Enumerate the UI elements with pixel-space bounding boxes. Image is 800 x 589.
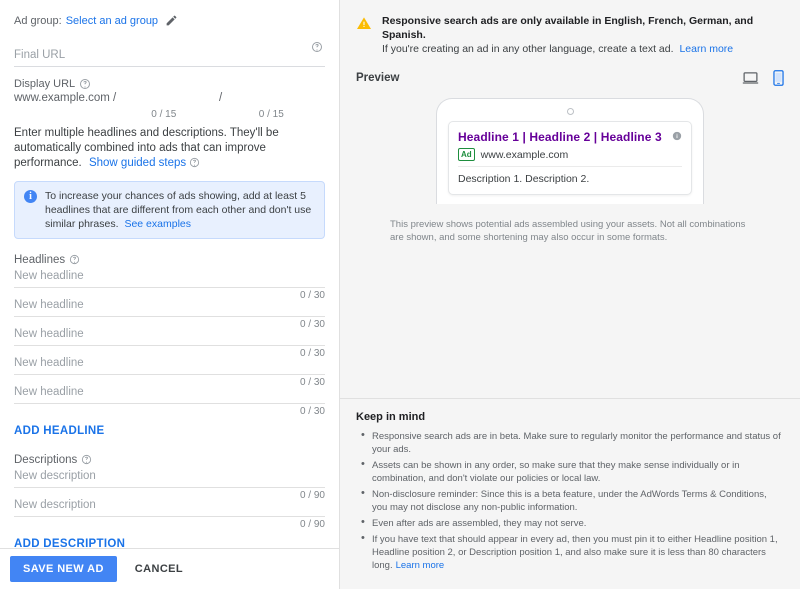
responsive-search-ad-editor: Ad group: Select an ad group Final URL D… (0, 0, 800, 589)
display-url-domain: www.example.com / (14, 92, 116, 107)
headlines-section-label-row: Headlines (14, 254, 325, 266)
form-explanation: Enter multiple headlines and description… (14, 126, 325, 171)
info-icon: i (24, 190, 37, 203)
help-circle-icon[interactable] (79, 78, 91, 90)
ad-badge: Ad (458, 148, 475, 161)
headline-input-5[interactable]: New headline (14, 386, 325, 404)
headline-placeholder-1: New headline (14, 270, 84, 282)
language-warning-banner: Responsive search ads are only available… (340, 0, 800, 56)
description-field-2[interactable]: New description 0 / 90 (14, 499, 325, 528)
descriptions-section-label-row: Descriptions (14, 454, 325, 466)
headline-field-4[interactable]: New headline 0 / 30 (14, 357, 325, 386)
display-url-label-row: Display URL (14, 78, 325, 90)
list-item: Even after ads are assembled, they may n… (372, 517, 784, 530)
headlines-label: Headlines (14, 254, 65, 266)
warning-text: Responsive search ads are only available… (382, 14, 786, 56)
preview-header: Preview (340, 56, 800, 86)
show-guided-steps-link[interactable]: Show guided steps (89, 157, 186, 169)
display-url-row: www.example.com / / (14, 92, 325, 107)
headline-field-2[interactable]: New headline 0 / 30 (14, 299, 325, 328)
headline-placeholder-2: New headline (14, 299, 84, 311)
ad-form-scroll-area: Ad group: Select an ad group Final URL D… (0, 0, 339, 548)
warning-triangle-icon (356, 15, 372, 31)
display-url-counters: 0 / 15 0 / 15 (14, 107, 325, 120)
see-examples-link[interactable]: See examples (124, 218, 191, 230)
final-url-input[interactable]: Final URL (14, 44, 325, 67)
camera-icon (567, 108, 574, 115)
keep-item-text-4: Even after ads are assembled, they may n… (372, 518, 586, 529)
display-url-separator: / (215, 92, 226, 107)
headline-input-3[interactable]: New headline (14, 328, 325, 346)
headline-placeholder-5: New headline (14, 386, 84, 398)
warning-learn-more-link[interactable]: Learn more (679, 43, 733, 55)
display-url-path2-counter: 0 / 15 (218, 107, 326, 120)
save-new-ad-button[interactable]: SAVE NEW AD (10, 556, 117, 582)
list-item: If you have text that should appear in e… (372, 533, 784, 572)
device-toggle-group (742, 70, 784, 86)
ad-group-select-link[interactable]: Select an ad group (66, 15, 158, 27)
final-url-field[interactable]: Final URL (14, 37, 325, 67)
add-description-button[interactable]: ADD DESCRIPTION (14, 538, 125, 548)
description-field-1[interactable]: New description 0 / 90 (14, 470, 325, 499)
headline-input-1[interactable]: New headline (14, 270, 325, 288)
ad-group-row: Ad group: Select an ad group (14, 14, 325, 37)
form-action-bar: SAVE NEW AD CANCEL (0, 548, 339, 589)
keep-in-mind-section: Keep in mind Responsive search ads are i… (340, 399, 800, 589)
keep-item-text-2: Assets can be shown in any order, so mak… (372, 460, 740, 484)
display-url-path1-counter: 0 / 15 (110, 107, 218, 120)
headline-input-4[interactable]: New headline (14, 357, 325, 375)
mobile-icon[interactable] (773, 70, 784, 86)
warning-subtitle: If you're creating an ad in any other la… (382, 43, 674, 55)
display-url-label: Display URL (14, 78, 75, 90)
preview-disclaimer: This preview shows potential ads assembl… (340, 204, 800, 244)
phone-frame: Headline 1 | Headline 2 | Headline 3 Ad … (436, 98, 704, 204)
ad-group-label: Ad group: (14, 15, 62, 27)
headline-field-1[interactable]: New headline 0 / 30 (14, 270, 325, 299)
warning-title: Responsive search ads are only available… (382, 14, 786, 42)
keep-item-text-3: Non-disclosure reminder: Since this is a… (372, 489, 767, 513)
final-url-placeholder: Final URL (14, 49, 65, 61)
pencil-icon[interactable] (165, 14, 178, 27)
ad-form-panel: Ad group: Select an ad group Final URL D… (0, 0, 340, 589)
list-item: Responsive search ads are in beta. Make … (372, 430, 784, 456)
keep-item-text-1: Responsive search ads are in beta. Make … (372, 431, 781, 455)
help-circle-icon[interactable] (81, 454, 93, 466)
cancel-button[interactable]: CANCEL (131, 556, 187, 582)
headlines-info-banner: i To increase your chances of ads showin… (14, 181, 325, 239)
description-placeholder-2: New description (14, 499, 96, 511)
phone-notch (448, 108, 692, 115)
info-banner-body: To increase your chances of ads showing,… (45, 189, 315, 231)
description-input-1[interactable]: New description (14, 470, 325, 488)
headline-input-2[interactable]: New headline (14, 299, 325, 317)
list-item: Non-disclosure reminder: Since this is a… (372, 488, 784, 514)
info-icon[interactable] (672, 131, 682, 141)
desktop-icon[interactable] (742, 71, 759, 86)
headline-placeholder-4: New headline (14, 357, 84, 369)
description-input-2[interactable]: New description (14, 499, 325, 517)
ad-preview-headline[interactable]: Headline 1 | Headline 2 | Headline 3 (458, 130, 682, 145)
help-circle-icon[interactable] (69, 254, 81, 266)
add-headline-button[interactable]: ADD HEADLINE (14, 425, 105, 437)
list-item: Assets can be shown in any order, so mak… (372, 459, 784, 485)
keep-in-mind-title: Keep in mind (356, 411, 784, 423)
keep-in-mind-list: Responsive search ads are in beta. Make … (356, 430, 784, 572)
ad-preview-url: www.example.com (481, 149, 569, 161)
ad-preview-url-row: Ad www.example.com (458, 148, 682, 167)
keep-in-mind-learn-more-link[interactable]: Learn more (396, 560, 445, 571)
ad-preview-description: Description 1. Description 2. (458, 167, 682, 185)
description-counter-2: 0 / 90 (14, 517, 325, 530)
help-circle-icon[interactable] (311, 41, 323, 53)
headline-counter-5: 0 / 30 (14, 404, 325, 417)
preview-stage: Headline 1 | Headline 2 | Headline 3 Ad … (340, 86, 800, 398)
preview-panel: Responsive search ads are only available… (340, 0, 800, 589)
descriptions-label: Descriptions (14, 454, 77, 466)
ad-preview-card: Headline 1 | Headline 2 | Headline 3 Ad … (448, 121, 692, 195)
headline-placeholder-3: New headline (14, 328, 84, 340)
help-circle-icon[interactable] (189, 157, 201, 169)
headline-field-3[interactable]: New headline 0 / 30 (14, 328, 325, 357)
description-placeholder-1: New description (14, 470, 96, 482)
preview-title: Preview (356, 72, 399, 84)
headline-field-5[interactable]: New headline 0 / 30 (14, 386, 325, 415)
